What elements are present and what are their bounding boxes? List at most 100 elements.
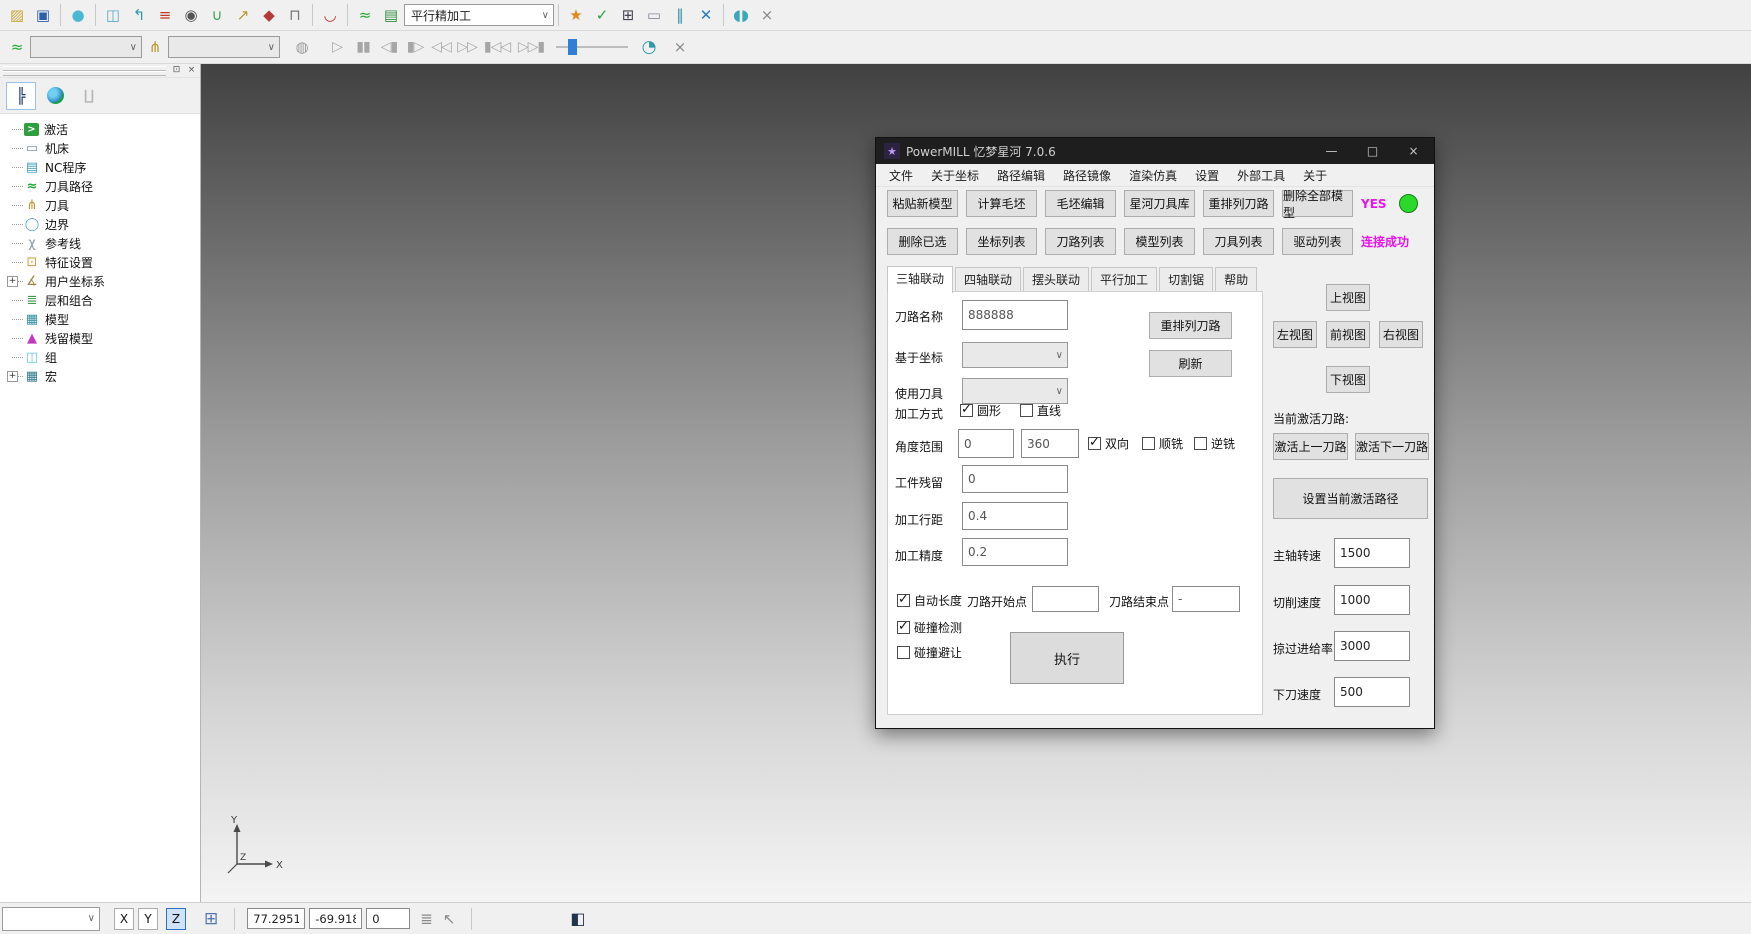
list-icon[interactable]: ≣ [420, 910, 433, 928]
sidebar-item-workplanes[interactable]: + ∡ 用户坐标系 [10, 272, 200, 291]
sidebar-item-macros[interactable]: + ▦ 宏 [10, 367, 200, 386]
play-icon[interactable]: ▷ [325, 35, 349, 59]
edit-block-button[interactable]: 毛坯编辑 [1045, 190, 1116, 217]
angle-to-input[interactable] [1021, 429, 1079, 458]
end-point-input[interactable] [1172, 586, 1240, 612]
close-toolbar-icon[interactable]: × [755, 3, 779, 27]
tab-recycle-bin[interactable]: ∐ [74, 82, 104, 110]
blank-sphere-icon[interactable]: ● [66, 3, 90, 27]
db-cylinders-icon[interactable]: ◖◗ [729, 3, 753, 27]
menu-about[interactable]: 关于 [1294, 164, 1336, 186]
tool-library-button[interactable]: 星河刀具库 [1124, 190, 1195, 217]
sidebar-item-boundaries[interactable]: ◯ 边界 [10, 215, 200, 234]
screen-toggle-icon[interactable]: ◧ [570, 909, 585, 928]
coordinate-x-field[interactable] [247, 908, 305, 929]
stock-remain-input[interactable] [962, 465, 1068, 493]
open-file-icon[interactable]: ▨ [5, 3, 29, 27]
rearrange-button[interactable]: 重排列刀路 [1149, 312, 1232, 339]
calc-block-button[interactable]: 计算毛坯 [966, 190, 1037, 217]
boundary-icon[interactable]: ∪ [205, 3, 229, 27]
swap-axes-icon[interactable]: ✕ [694, 3, 718, 27]
bottom-view-button[interactable]: 下视图 [1326, 366, 1370, 393]
menu-about-coords[interactable]: 关于坐标 [922, 164, 988, 186]
simulate-collision-icon[interactable]: ★ [564, 3, 588, 27]
tab-parallel[interactable]: 平行加工 [1091, 267, 1157, 292]
view-combo[interactable]: ∨ [2, 907, 100, 931]
spindle-speed-input[interactable] [1334, 538, 1410, 568]
float-panel-icon[interactable]: ⊡ [170, 64, 183, 76]
step-back-icon[interactable]: ◁▮ [377, 35, 401, 59]
raster-strategy-icon[interactable]: ≡ [153, 3, 177, 27]
tab-world[interactable] [40, 82, 70, 110]
light-icon[interactable]: ◍ [290, 35, 314, 59]
climb-checkbox[interactable]: 顺铣 [1142, 435, 1183, 452]
sidebar-item-tools[interactable]: ⋔ 刀具 [10, 196, 200, 215]
sidebar-item-activate[interactable]: > 激活 [10, 120, 200, 139]
collision-check-icon[interactable]: ◡ [318, 3, 342, 27]
tolerance-input[interactable] [962, 538, 1068, 566]
activate-prev-toolpath-button[interactable]: 激活上一刀路 [1273, 433, 1348, 460]
model-list-button[interactable]: 模型列表 [1124, 228, 1195, 255]
axis-z-button[interactable]: Z [166, 908, 186, 930]
delete-selected-button[interactable]: 删除已选 [887, 228, 958, 255]
conventional-checkbox[interactable]: 逆铣 [1194, 435, 1235, 452]
delete-all-models-button[interactable]: 删除全部模型 [1282, 190, 1353, 217]
sidebar-item-stock-models[interactable]: ▲ 残留模型 [10, 329, 200, 348]
fast-forward-icon[interactable]: ▷▷ [455, 35, 479, 59]
drive-list-button[interactable]: 驱动列表 [1282, 228, 1353, 255]
toolpath-list-icon[interactable]: ▤ [379, 3, 403, 27]
menu-settings[interactable]: 设置 [1186, 164, 1228, 186]
calculator-icon[interactable]: ⊞ [616, 3, 640, 27]
sidebar-item-machine-tools[interactable]: ▭ 机床 [10, 139, 200, 158]
sim-tool-combo[interactable]: ∨ [168, 36, 280, 58]
toolpath-name-input[interactable] [962, 300, 1068, 330]
cutting-feed-input[interactable] [1334, 585, 1410, 615]
front-view-button[interactable]: 前视图 [1326, 321, 1370, 348]
rewind-icon[interactable]: ◁◁ [429, 35, 453, 59]
tool-pair-icon[interactable]: ‖ [668, 3, 692, 27]
sim-toolpath-combo[interactable]: ∨ [30, 36, 142, 58]
simulate-ok-icon[interactable]: ✓ [590, 3, 614, 27]
start-point-input[interactable] [1032, 586, 1099, 612]
tab-3axis[interactable]: 三轴联动 [887, 266, 953, 293]
menu-path-edit[interactable]: 路径编辑 [988, 164, 1054, 186]
ruler-icon[interactable]: ▭ [642, 3, 666, 27]
close-panel-icon[interactable]: × [185, 64, 198, 76]
rearrange-toolpaths-button[interactable]: 重排列刀路 [1203, 190, 1274, 217]
tab-4axis[interactable]: 四轴联动 [955, 267, 1021, 292]
plunge-feed-input[interactable] [1334, 677, 1410, 707]
strategy-combo[interactable]: 平行精加工 ∨ [404, 4, 554, 26]
tab-saw[interactable]: 切割锯 [1159, 267, 1213, 292]
dialog-titlebar[interactable]: ★ PowerMILL 忆梦星河 7.0.6 — □ × [876, 138, 1434, 164]
bidirectional-checkbox[interactable]: 双向 [1088, 435, 1129, 452]
sidebar-item-patterns[interactable]: χ 参考线 [10, 234, 200, 253]
sidebar-item-toolpaths[interactable]: ≈ 刀具路径 [10, 177, 200, 196]
sidebar-item-levels-sets[interactable]: ≣ 层和组合 [10, 291, 200, 310]
coordinate-y-field[interactable] [309, 908, 362, 929]
base-coord-combo[interactable]: ∨ [962, 342, 1068, 368]
coord-list-button[interactable]: 坐标列表 [966, 228, 1037, 255]
coordinate-z-field[interactable] [366, 908, 410, 929]
collision-avoid-checkbox[interactable]: 碰撞避让 [897, 644, 962, 661]
block-icon[interactable]: ◫ [101, 3, 125, 27]
set-active-path-button[interactable]: 设置当前激活路径 [1273, 478, 1428, 519]
menu-file[interactable]: 文件 [880, 164, 922, 186]
linear-checkbox[interactable]: 直线 [1020, 402, 1061, 419]
ball-tool-icon[interactable]: ◉ [179, 3, 203, 27]
toolpath-list-button[interactable]: 刀路列表 [1045, 228, 1116, 255]
panel-grip[interactable]: ⊡ × [0, 64, 200, 78]
skip-end-icon[interactable]: ▷▷▮ [515, 35, 547, 59]
close-sim-toolbar-icon[interactable]: × [668, 35, 692, 59]
close-icon[interactable]: × [1393, 138, 1434, 164]
sim-speed-slider[interactable] [556, 37, 628, 57]
left-view-button[interactable]: 左视图 [1273, 321, 1317, 348]
toolpath-create-icon[interactable]: ↰ [127, 3, 151, 27]
paste-new-model-button[interactable]: 粘贴新模型 [887, 190, 958, 217]
pick-cursor-icon[interactable]: ↖ [443, 910, 456, 928]
sidebar-item-groups[interactable]: ◫ 组 [10, 348, 200, 367]
tab-explorer-tree[interactable]: ╠ [6, 82, 36, 110]
tab-help[interactable]: 帮助 [1215, 267, 1257, 292]
minimize-icon[interactable]: — [1311, 138, 1352, 164]
points-icon[interactable]: ◆ [257, 3, 281, 27]
collision-check-checkbox[interactable]: 碰撞检测 [897, 619, 962, 636]
